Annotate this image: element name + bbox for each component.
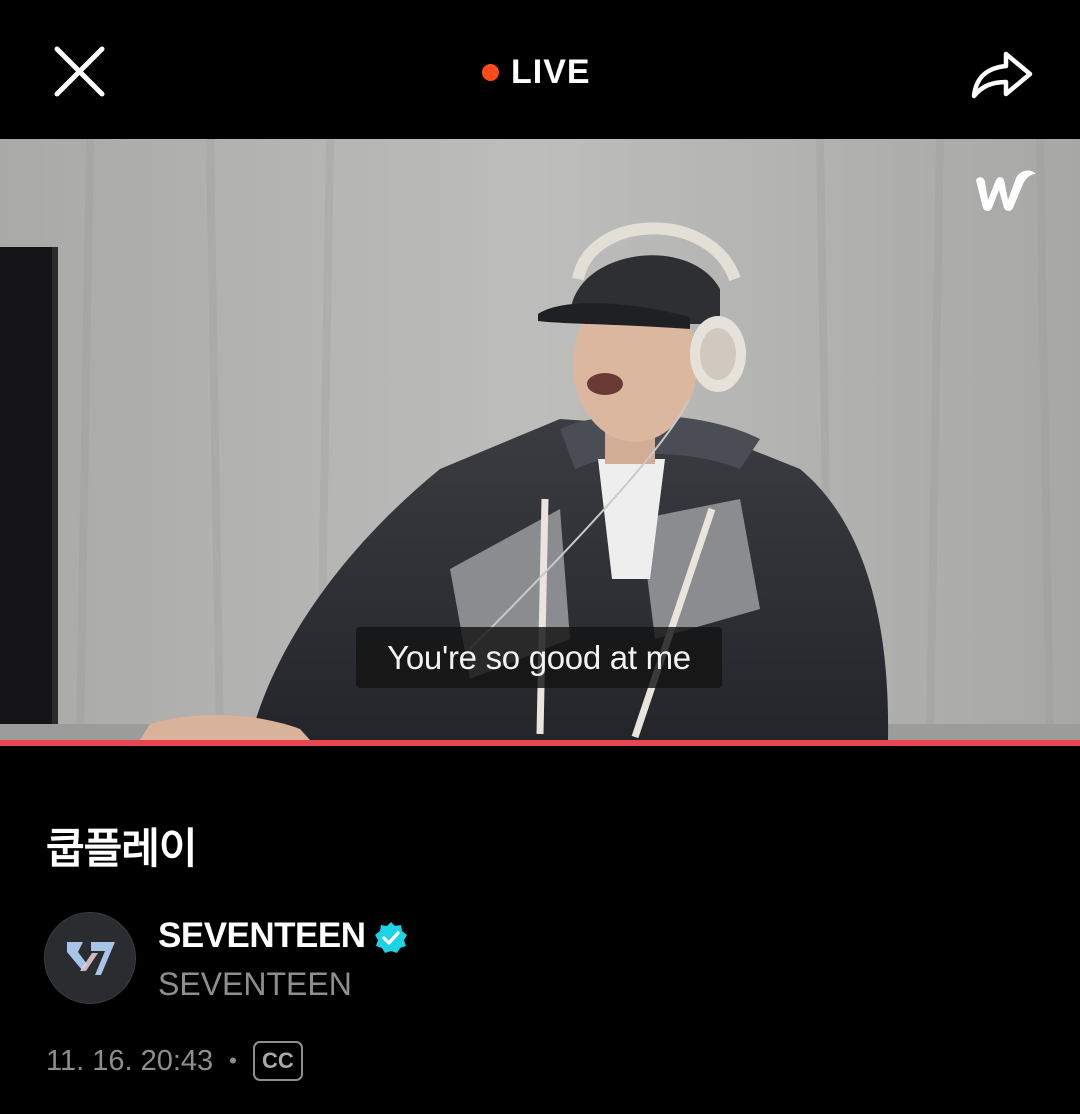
timestamp: 11. 16. 20:43 [46,1044,214,1077]
meta-row: 11. 16. 20:43 • CC [46,1038,303,1084]
share-button[interactable] [962,38,1042,110]
progress-fill [0,740,1080,746]
cc-button[interactable]: CC [252,1041,303,1081]
seventeen-logo-icon [67,942,115,975]
channel-avatar[interactable] [44,912,136,1004]
live-label: LIVE [511,52,591,91]
live-dot-icon [482,63,499,81]
channel-subname: SEVENTEEN [158,966,352,1002]
verified-badge-icon [375,922,407,953]
share-icon [971,51,1033,99]
video-player[interactable]: You're so good at me [0,139,1080,740]
close-icon [54,46,105,97]
close-button[interactable] [40,36,120,108]
channel-name[interactable]: SEVENTEEN [158,916,366,956]
channel-row[interactable]: SEVENTEEN SEVENTEEN [44,912,744,1008]
weverse-logo-icon [968,162,1046,218]
video-title: 쿱플레이 [46,824,198,873]
subtitle-caption: You're so good at me [356,627,722,688]
live-indicator: LIVE [482,50,591,94]
progress-bar[interactable] [0,740,1080,746]
top-bar: LIVE [0,0,1080,140]
separator-dot: • [229,1048,237,1073]
